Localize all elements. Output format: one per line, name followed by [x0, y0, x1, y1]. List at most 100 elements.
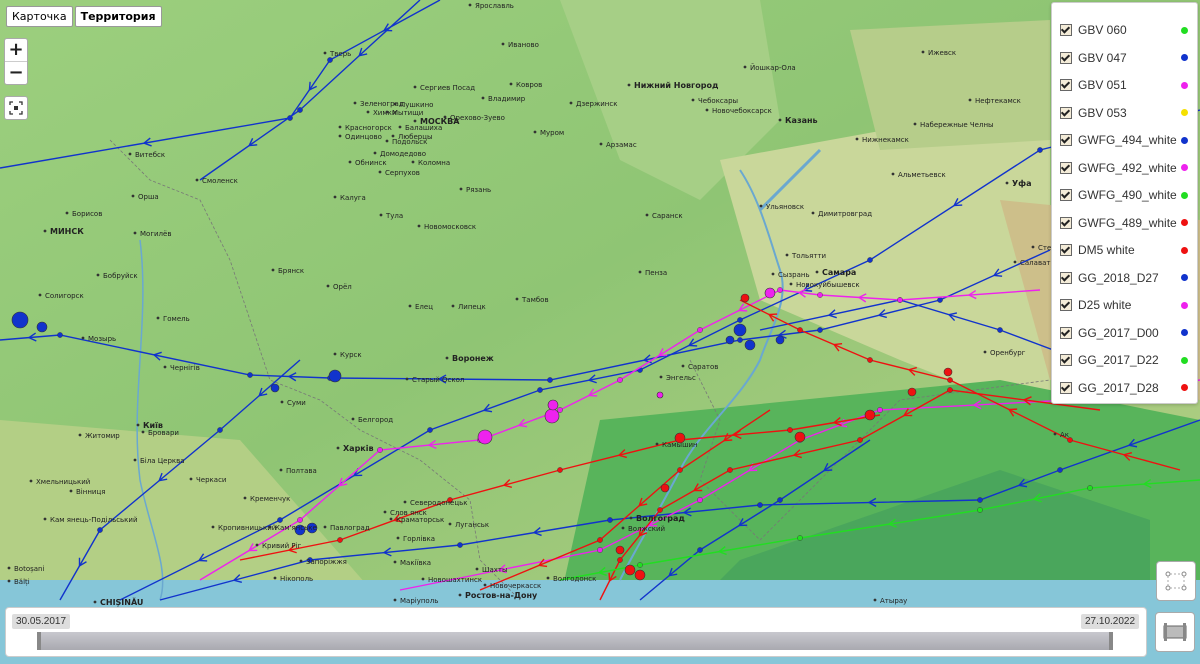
track-point[interactable]: [617, 557, 623, 563]
stopover-marker[interactable]: [656, 391, 664, 399]
layers-button[interactable]: [1156, 561, 1196, 601]
legend-checkbox[interactable]: [1060, 51, 1072, 64]
track-point[interactable]: [297, 107, 303, 113]
zoom-out-button[interactable]: −: [5, 61, 27, 84]
track-point[interactable]: [947, 377, 953, 383]
track-point[interactable]: [1057, 467, 1063, 473]
legend-checkbox[interactable]: [1060, 271, 1072, 284]
track-point[interactable]: [867, 357, 873, 363]
legend-checkbox[interactable]: [1060, 161, 1072, 174]
legend-item[interactable]: GBV 047: [1060, 49, 1188, 67]
track-point[interactable]: [997, 327, 1003, 333]
legend-item[interactable]: GG_2018_D27: [1060, 269, 1188, 287]
track-point[interactable]: [297, 517, 303, 523]
legend-checkbox[interactable]: [1060, 106, 1072, 119]
track-point[interactable]: [97, 527, 103, 533]
track-point[interactable]: [697, 327, 703, 333]
legend-checkbox[interactable]: [1060, 216, 1072, 229]
stopover-marker[interactable]: [624, 564, 636, 576]
track-point[interactable]: [857, 437, 863, 443]
stopover-marker[interactable]: [733, 323, 747, 337]
legend-item[interactable]: GBV 051: [1060, 76, 1188, 94]
stopover-marker[interactable]: [36, 321, 48, 333]
track-point[interactable]: [777, 497, 783, 503]
track-point[interactable]: [697, 547, 703, 553]
stopover-marker[interactable]: [744, 339, 756, 351]
track-point[interactable]: [947, 387, 953, 393]
track-point[interactable]: [637, 562, 643, 568]
track-point[interactable]: [787, 427, 793, 433]
track-point[interactable]: [617, 377, 623, 383]
track-point[interactable]: [797, 535, 803, 541]
track-point[interactable]: [737, 337, 743, 343]
legend-checkbox[interactable]: [1060, 299, 1072, 311]
card-mode-button[interactable]: Карточка: [6, 6, 73, 27]
territory-mode-button[interactable]: Территория: [74, 6, 162, 27]
stopover-marker[interactable]: [943, 367, 953, 377]
stopover-marker[interactable]: [547, 399, 559, 411]
track-point[interactable]: [597, 547, 603, 553]
track-point[interactable]: [247, 372, 253, 378]
stopover-marker[interactable]: [660, 483, 670, 493]
zoom-in-button[interactable]: +: [5, 39, 27, 61]
track-point[interactable]: [867, 257, 873, 263]
legend-item[interactable]: GBV 053: [1060, 104, 1188, 122]
track-point[interactable]: [557, 467, 563, 473]
track-point[interactable]: [817, 292, 823, 298]
legend-checkbox[interactable]: [1060, 326, 1072, 339]
stopover-marker[interactable]: [794, 431, 806, 443]
stopover-marker[interactable]: [725, 335, 735, 345]
track-point[interactable]: [377, 447, 383, 453]
track-point[interactable]: [537, 387, 543, 393]
track-point[interactable]: [557, 407, 563, 413]
track-point[interactable]: [277, 517, 283, 523]
legend-checkbox[interactable]: [1060, 189, 1072, 201]
map-canvas[interactable]: Ярославль Тверь Иваново Сергиев Посад Пушкин…: [0, 0, 1200, 664]
legend-item[interactable]: GG_2017_D00: [1060, 324, 1188, 342]
track-point[interactable]: [547, 377, 553, 383]
stopover-marker[interactable]: [764, 287, 776, 299]
fit-extent-button[interactable]: [4, 96, 28, 120]
track-point[interactable]: [427, 427, 433, 433]
track-point[interactable]: [697, 497, 703, 503]
track-point[interactable]: [777, 287, 783, 293]
legend-item[interactable]: GWFG_489_white: [1060, 214, 1188, 232]
track-point[interactable]: [797, 327, 803, 333]
stopover-marker[interactable]: [544, 408, 560, 424]
track-point[interactable]: [937, 297, 943, 303]
track-point[interactable]: [657, 507, 663, 513]
track-point[interactable]: [1037, 147, 1043, 153]
legend-item[interactable]: GWFG_494_white: [1060, 131, 1188, 149]
legend-item[interactable]: D25 white: [1060, 296, 1188, 314]
timeline-start-handle[interactable]: [37, 632, 41, 650]
stopover-marker[interactable]: [270, 383, 280, 393]
track-point[interactable]: [737, 317, 743, 323]
track-point[interactable]: [977, 507, 983, 513]
legend-checkbox[interactable]: [1060, 134, 1072, 146]
track-point[interactable]: [327, 57, 333, 63]
legend-item[interactable]: DM5 white: [1060, 241, 1188, 259]
stopover-marker[interactable]: [740, 293, 750, 303]
track-point[interactable]: [1087, 485, 1093, 491]
track-point[interactable]: [217, 427, 223, 433]
track-point[interactable]: [597, 537, 603, 543]
track-point[interactable]: [817, 327, 823, 333]
stopover-marker[interactable]: [615, 545, 625, 555]
track-point[interactable]: [727, 467, 733, 473]
legend-item[interactable]: GBV 060: [1060, 21, 1188, 39]
timeline-track[interactable]: [39, 632, 1111, 650]
stopover-marker[interactable]: [775, 335, 785, 345]
track-point[interactable]: [57, 332, 63, 338]
legend-checkbox[interactable]: [1060, 381, 1072, 394]
legend-checkbox[interactable]: [1060, 244, 1072, 256]
track-point[interactable]: [677, 467, 683, 473]
stopover-marker[interactable]: [634, 569, 646, 581]
timeline-end-handle[interactable]: [1109, 632, 1113, 650]
track-point[interactable]: [607, 517, 613, 523]
legend-item[interactable]: GWFG_490_white: [1060, 186, 1188, 204]
stopover-marker[interactable]: [11, 311, 29, 329]
stopover-marker[interactable]: [477, 429, 493, 445]
legend-item[interactable]: GG_2017_D28: [1060, 379, 1188, 397]
stopover-marker[interactable]: [907, 387, 917, 397]
track-point[interactable]: [877, 407, 883, 413]
